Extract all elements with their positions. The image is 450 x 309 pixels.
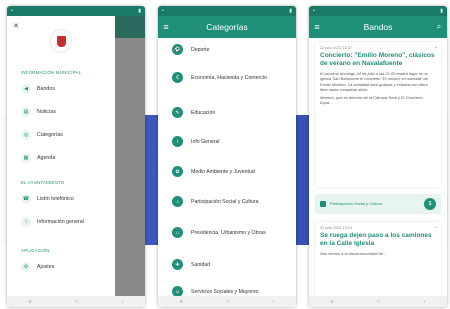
drawer-item-agenda[interactable]: ▦ Agenda bbox=[21, 153, 55, 163]
category-label: Medio Ambiente y Juventud bbox=[191, 168, 255, 175]
share-icon[interactable]: $ bbox=[424, 198, 436, 210]
news-title: Concierto: "Emilio Moreno", clásicos de … bbox=[320, 52, 435, 68]
back-nav-icon[interactable]: ‹ bbox=[122, 299, 124, 305]
pin-icon[interactable]: ▪ bbox=[435, 45, 437, 51]
health-icon: ✚ bbox=[172, 259, 183, 270]
category-item[interactable]: € Economía, Hacienda y Comercio bbox=[172, 72, 268, 83]
category-label: Economía, Hacienda y Comercio bbox=[191, 74, 267, 81]
settings-icon: ⚙ bbox=[21, 262, 31, 272]
info-icon: i bbox=[21, 217, 31, 227]
drawer-item-categorias[interactable]: ◎ Categorías bbox=[21, 130, 63, 140]
back-nav-icon[interactable]: ‹ bbox=[273, 299, 275, 305]
category-label: Deporte bbox=[191, 46, 210, 53]
info-icon: i bbox=[172, 136, 183, 147]
drawer-item-label: Listín telefónico bbox=[37, 196, 74, 202]
drawer-item-ajustes[interactable]: ⚙ Ajustes bbox=[21, 262, 54, 272]
category-item[interactable]: ✿ Medio Ambiente y Juventud bbox=[172, 166, 255, 177]
hamburger-menu-icon[interactable]: ≡ bbox=[309, 22, 325, 32]
news-date: 22 julio 2022 16:37 bbox=[320, 46, 353, 50]
category-label: Educación bbox=[191, 109, 216, 116]
drawer-item-listin[interactable]: ☎ Listín telefónico bbox=[21, 194, 74, 204]
section-aplicacion: APLICACIÓN bbox=[21, 248, 50, 253]
drawer-item-label: Agenda bbox=[37, 155, 56, 161]
section-municipal-info: INFORMACIÓN MUNICIPAL bbox=[21, 70, 82, 75]
drawer-item-label: Bandos bbox=[37, 86, 55, 92]
calendar-icon: ▦ bbox=[21, 153, 31, 163]
category-item[interactable]: ✎ Educación bbox=[172, 107, 215, 118]
category-tag[interactable]: Participación Social y Cultura $ bbox=[315, 194, 441, 214]
phone-bandos: • ▮ ≡ Bandos ⌕ ▪ 22 julio 2022 16:37 Conc… bbox=[309, 6, 447, 307]
category-item[interactable]: ⚽ Deporte bbox=[172, 44, 209, 55]
sports-icon: ⚽ bbox=[172, 44, 183, 55]
app-bar: ≡ Categorías bbox=[158, 16, 296, 38]
economy-icon: € bbox=[172, 72, 183, 83]
news-icon: ▤ bbox=[21, 107, 31, 117]
navigation-drawer: ✕ INFORMACIÓN MUNICIPAL ◀ Bandos ▤ Noticia… bbox=[7, 16, 115, 296]
screen-title: Bandos bbox=[363, 22, 393, 32]
system-nav-bar: ≡ □ ‹ bbox=[309, 296, 447, 307]
news-body: El próximo domingo 24 de julio a las 21:… bbox=[320, 71, 429, 92]
news-body: Nos vemos a la obra/comunidad de... bbox=[320, 251, 387, 257]
menu-nav-icon[interactable]: ≡ bbox=[29, 299, 32, 305]
categories-icon: ◎ bbox=[21, 130, 31, 140]
category-label: Participación Social y Cultura bbox=[191, 198, 259, 205]
drawer-item-bandos[interactable]: ◀ Bandos bbox=[21, 84, 55, 94]
home-nav-icon[interactable]: □ bbox=[377, 299, 380, 305]
drawer-item-noticias[interactable]: ▤ Noticias bbox=[21, 107, 56, 117]
section-ayuntamiento: EL AYUNTAMIENTO bbox=[21, 180, 65, 185]
drawer-item-label: Noticias bbox=[37, 109, 56, 115]
close-icon[interactable]: ✕ bbox=[13, 22, 19, 30]
drawer-item-info-general[interactable]: i Información general bbox=[21, 217, 84, 227]
drawer-scrim[interactable] bbox=[115, 16, 145, 296]
home-nav-icon[interactable]: □ bbox=[226, 299, 229, 305]
pin-icon[interactable]: ▪ bbox=[435, 225, 437, 231]
status-bar: • ▮ bbox=[158, 6, 296, 16]
drawer-item-label: Ajustes bbox=[37, 264, 55, 270]
screen-title: Categorías bbox=[206, 22, 248, 32]
category-item[interactable]: ♪ Participación Social y Cultura bbox=[172, 196, 268, 207]
menu-nav-icon[interactable]: ≡ bbox=[180, 299, 183, 305]
category-item[interactable]: i Info General bbox=[172, 136, 220, 147]
category-tag-label: Participación Social y Cultura bbox=[330, 201, 383, 207]
phone-drawer: • ▮ ✕ INFORMACIÓN MUNICIPAL ◀ Bandos ▤ Noti… bbox=[7, 6, 145, 307]
tag-icon bbox=[320, 201, 326, 207]
news-body-continued: Moreno, que es director de la Cámara Rea… bbox=[320, 95, 423, 106]
drawer-item-label: Categorías bbox=[37, 132, 63, 138]
phone-icon: ☎ bbox=[21, 194, 31, 204]
status-bar: • ▮ bbox=[309, 6, 447, 16]
hamburger-menu-icon[interactable]: ≡ bbox=[158, 22, 174, 32]
category-item[interactable]: ✚ Sanidad bbox=[172, 259, 210, 270]
news-card[interactable]: ▪ 22 julio 2022 13:14 Se ruega dejen pas… bbox=[315, 222, 441, 300]
municipal-crest-logo bbox=[51, 30, 71, 52]
system-nav-bar: ≡ □ ‹ bbox=[7, 296, 145, 307]
category-label: Info General bbox=[191, 138, 220, 145]
status-bar: • ▮ bbox=[7, 6, 145, 16]
category-label: Sanidad bbox=[191, 261, 211, 268]
system-nav-bar: ≡ □ ‹ bbox=[158, 296, 296, 307]
menu-nav-icon[interactable]: ≡ bbox=[331, 299, 334, 305]
news-card[interactable]: ▪ 22 julio 2022 16:37 Concierto: "Emilio… bbox=[315, 42, 441, 187]
education-icon: ✎ bbox=[172, 107, 183, 118]
phone-categories: • ▮ ≡ Categorías ⚽ Deporte € Economía, Haci… bbox=[158, 6, 296, 307]
environment-icon: ✿ bbox=[172, 166, 183, 177]
back-nav-icon[interactable]: ‹ bbox=[424, 299, 426, 305]
home-nav-icon[interactable]: □ bbox=[75, 299, 78, 305]
news-date: 22 julio 2022 13:14 bbox=[320, 226, 353, 230]
search-icon[interactable]: ⌕ bbox=[431, 22, 447, 32]
category-item[interactable]: ⌂ Presidencia, Urbanismo y Obras bbox=[172, 227, 268, 238]
culture-icon: ♪ bbox=[172, 196, 183, 207]
category-label: Presidencia, Urbanismo y Obras bbox=[191, 229, 266, 236]
drawer-item-label: Información general bbox=[37, 219, 84, 225]
megaphone-icon: ◀ bbox=[21, 84, 31, 94]
news-title: Se ruega dejen paso a los camiones en la… bbox=[320, 232, 432, 248]
app-bar: ≡ Bandos ⌕ bbox=[309, 16, 447, 38]
urbanism-icon: ⌂ bbox=[172, 227, 183, 238]
category-label: Servicios Sociales y Mayores bbox=[191, 288, 259, 295]
